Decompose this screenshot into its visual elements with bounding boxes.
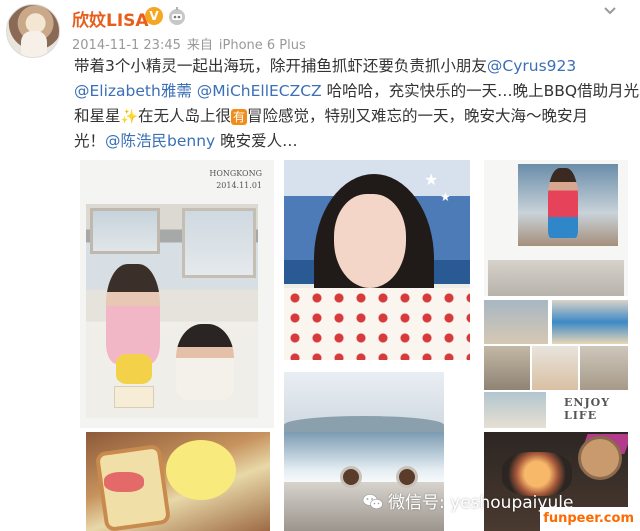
date-label: 2014.11.01 [216, 181, 262, 190]
box-image [114, 386, 154, 408]
photo-cabin-kids[interactable]: HONGKONG 2014.11.01 [80, 160, 274, 428]
photo-enjoy-life[interactable]: ENJOY LIFE [484, 392, 628, 428]
face-image [334, 194, 406, 288]
kid-image [548, 168, 578, 238]
window-image [90, 208, 160, 254]
post-text-line: 带着3个小精灵一起出海玩，除开捕鱼抓虾还要负责抓小朋友@Cyrus923 [74, 54, 630, 79]
ham-image [104, 472, 144, 492]
post-text-segment: 在无人岛上很 [137, 107, 231, 125]
photo-collage[interactable]: HONGKONG 2014.11.01 ★ ★ ENJOY LIFE [80, 160, 628, 531]
post-text-line: @Elizabeth雅薷 @MiChEllECZCZ 哈哈哈，充实快乐的一天…晚… [74, 79, 639, 104]
rock-image [484, 346, 530, 390]
girl-image [106, 264, 160, 364]
swimmer-image [552, 300, 628, 344]
plate-image [578, 436, 622, 480]
star-icon: ★ [440, 190, 451, 204]
post-text-line: 光！@陈浩民benny 晚安爱人… [74, 129, 630, 154]
mention-link[interactable]: @陈浩民benny [105, 132, 215, 150]
beach-image [484, 392, 546, 428]
sparkle-icon: ✨ [120, 109, 138, 125]
enjoy-life-text: ENJOY LIFE [564, 396, 611, 422]
toy-image [116, 354, 152, 384]
beach-image [488, 260, 624, 296]
avatar[interactable] [6, 4, 60, 58]
chair-image [396, 466, 418, 488]
kids-image [532, 346, 578, 390]
egg-image [166, 440, 236, 500]
mention-link[interactable]: @Elizabeth雅薷 [74, 82, 192, 100]
photo-kid-boat[interactable] [484, 160, 628, 296]
source-prefix: 来自 [186, 38, 213, 53]
sand-image [580, 346, 628, 390]
site-watermark: funpeer.com [540, 507, 640, 531]
photo-image [86, 204, 258, 418]
post-text-segment: 晚安爱人… [215, 132, 298, 150]
vip-badge-icon: V [145, 7, 163, 25]
post-text-segment: 哈哈哈，充实快乐的一天…晚上BBQ借助月光 [321, 82, 640, 100]
post-meta: 2014-11-1 23:45 来自 iPhone 6 Plus [72, 34, 312, 53]
photo-sandwich[interactable] [86, 432, 270, 531]
post-text-segment: 光！ [74, 132, 106, 150]
post-text: 带着3个小精灵一起出海玩，除开捕鱼抓虾还要负责抓小朋友@Cyrus923 @Eli… [74, 54, 639, 154]
post-text-segment: 和星星 [74, 107, 121, 125]
weibo-post: 欣妏LISA V 2014-11-1 23:45 来自 iPhone 6 Plus … [0, 0, 640, 531]
mention-link[interactable]: @MiChEllECZCZ [197, 82, 322, 100]
photo-selfie[interactable]: ★ ★ [284, 160, 470, 360]
boy-image [176, 324, 234, 400]
wechat-icon [362, 494, 383, 510]
window-image [182, 208, 256, 278]
post-text-line: 和星星✨在无人岛上很有冒险感觉，特别又难忘的一天，晚安大海～晚安月 [74, 104, 630, 129]
star-icon: ★ [424, 170, 439, 189]
post-timestamp[interactable]: 2014-11-1 23:45 [72, 38, 181, 53]
chair-image [340, 466, 362, 488]
source-device: iPhone 6 Plus [218, 38, 306, 53]
photo-grid-beach[interactable] [484, 300, 628, 390]
username[interactable]: 欣妏LISA [72, 6, 149, 31]
beach-image [484, 300, 548, 344]
photo-caption: HONGKONG 2014.11.01 [209, 168, 262, 192]
post-text-segment: 带着3个小精灵一起出海玩，除开捕鱼抓虾还要负责抓小朋友 [74, 57, 487, 75]
robot-icon [169, 7, 185, 25]
hongkong-label: HONGKONG [209, 169, 262, 178]
post-text-segment: 冒险感觉，特别又难忘的一天，晚安大海～晚安月 [246, 107, 588, 125]
shirt-pattern [284, 288, 470, 360]
you-badge-icon: 有 [230, 109, 247, 125]
sea-image [284, 432, 444, 486]
mention-link[interactable]: @Cyrus923 [487, 57, 576, 75]
chevron-down-icon[interactable] [598, 2, 622, 20]
